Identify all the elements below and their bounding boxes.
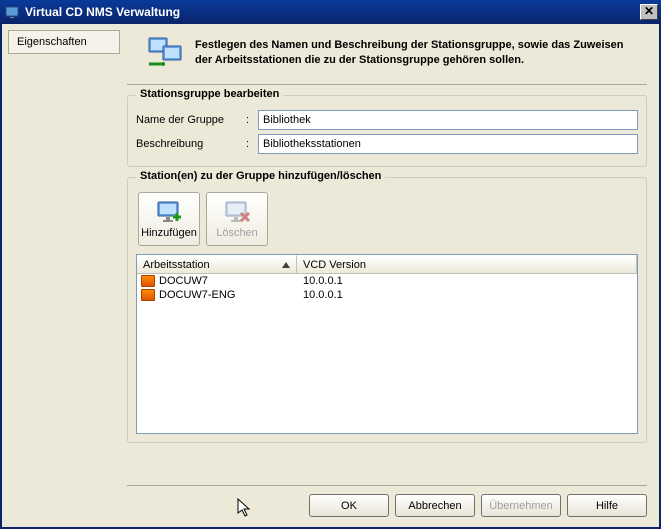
edit-group-title: Stationsgruppe bearbeiten — [136, 88, 283, 100]
stations-group-icon — [147, 36, 183, 72]
table-row[interactable]: DOCUW7-ENG 10.0.0.1 — [137, 288, 637, 302]
edit-group-box: Stationsgruppe bearbeiten Name der Grupp… — [127, 95, 647, 167]
station-name: DOCUW7 — [159, 275, 208, 287]
sort-asc-icon — [282, 262, 290, 268]
delete-station-button: Löschen — [206, 192, 268, 246]
group-name-input[interactable] — [258, 110, 638, 130]
stations-list[interactable]: Arbeitsstation VCD Version DOCUW7 10.0.0.… — [136, 254, 638, 434]
ok-button[interactable]: OK — [309, 494, 389, 517]
station-name: DOCUW7-ENG — [159, 289, 235, 301]
app-icon — [5, 4, 21, 20]
station-version: 10.0.0.1 — [297, 289, 637, 301]
window-title: Virtual CD NMS Verwaltung — [25, 5, 640, 19]
list-header: Arbeitsstation VCD Version — [137, 255, 637, 274]
cursor-icon — [237, 498, 253, 521]
group-desc-label: Beschreibung — [136, 138, 246, 150]
stations-box-title: Station(en) zu der Gruppe hinzufügen/lös… — [136, 170, 385, 182]
colon: : — [246, 114, 258, 126]
add-station-label: Hinzufügen — [141, 227, 197, 239]
workstation-icon — [141, 275, 155, 287]
group-desc-input[interactable] — [258, 134, 638, 154]
help-button[interactable]: Hilfe — [567, 494, 647, 517]
sidebar: Eigenschaften — [2, 24, 127, 527]
workstation-icon — [141, 289, 155, 301]
station-version: 10.0.0.1 — [297, 275, 637, 287]
group-name-label: Name der Gruppe — [136, 114, 246, 126]
colon: : — [246, 138, 258, 150]
stations-box: Station(en) zu der Gruppe hinzufügen/lös… — [127, 177, 647, 443]
header-banner: Festlegen des Namen und Beschreibung der… — [127, 30, 647, 85]
col-header-version[interactable]: VCD Version — [297, 255, 637, 273]
monitor-plus-icon — [155, 200, 183, 224]
monitor-x-icon — [223, 200, 251, 224]
cancel-button[interactable]: Abbrechen — [395, 494, 475, 517]
header-description: Festlegen des Namen und Beschreibung der… — [195, 36, 639, 68]
table-row[interactable]: DOCUW7 10.0.0.1 — [137, 274, 637, 288]
delete-station-label: Löschen — [216, 227, 258, 239]
close-button[interactable]: ✕ — [640, 4, 658, 20]
apply-button: Übernehmen — [481, 494, 561, 517]
add-station-button[interactable]: Hinzufügen — [138, 192, 200, 246]
content-pane: Festlegen des Namen und Beschreibung der… — [127, 24, 659, 527]
dialog-button-row: OK Abbrechen Übernehmen Hilfe — [127, 485, 647, 521]
col-header-station[interactable]: Arbeitsstation — [137, 255, 297, 273]
title-bar: Virtual CD NMS Verwaltung ✕ — [0, 0, 661, 24]
tab-properties[interactable]: Eigenschaften — [8, 30, 120, 54]
